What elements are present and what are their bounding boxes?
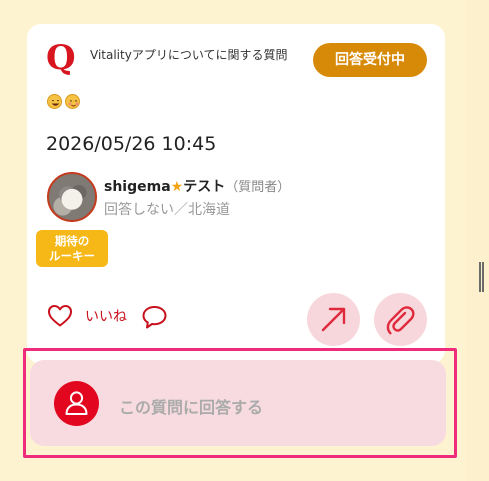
user-name-prefix: shigema (104, 179, 171, 195)
heart-icon[interactable] (47, 304, 73, 332)
question-datetime: 2026/05/26 10:45 (46, 133, 217, 155)
question-logo: Q (46, 38, 76, 78)
comment-icon[interactable] (141, 304, 168, 334)
attachment-icon (386, 306, 415, 335)
user-name-suffix: テスト (183, 179, 226, 195)
like-label[interactable]: いいね (85, 306, 127, 326)
grinning-face-icon (47, 94, 62, 109)
share-icon (321, 307, 346, 332)
user-meta: 回答しない／北海道 (104, 202, 230, 218)
answer-prompt-label: この質問に回答する (119, 398, 264, 417)
attachment-button[interactable] (374, 293, 427, 346)
answer-prompt-button[interactable]: この質問に回答する (30, 360, 446, 446)
rookie-badge-line2: ルーキー (49, 249, 95, 263)
rookie-badge-line1: 期待の (54, 234, 90, 248)
user-name[interactable]: shigema★テスト（質問者） (104, 176, 290, 196)
user-role: （質問者） (225, 180, 291, 195)
user-avatar[interactable] (47, 172, 97, 222)
scroll-handle[interactable] (479, 262, 484, 292)
person-icon (54, 381, 99, 426)
share-button[interactable] (307, 293, 360, 346)
blushing-face-icon (65, 94, 80, 109)
status-badge: 回答受付中 (313, 43, 427, 77)
answer-prompt-highlight: この質問に回答する (23, 348, 457, 458)
rookie-badge: 期待の ルーキー (36, 230, 108, 267)
star-icon: ★ (170, 179, 184, 195)
question-category: Vitalityアプリについてに関する質問 (90, 48, 288, 62)
